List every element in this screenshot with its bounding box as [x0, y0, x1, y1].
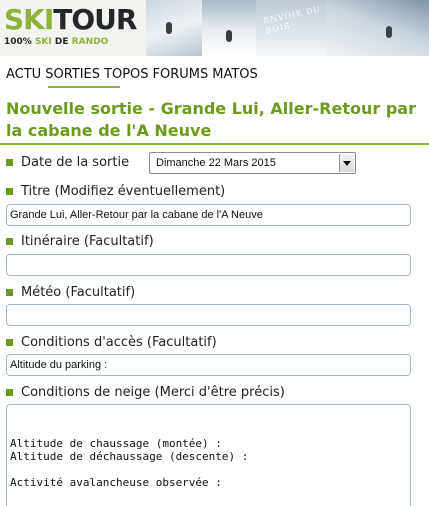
- acces-label: Conditions d'accès (Facultatif): [21, 335, 217, 350]
- bullet-square-icon: [6, 188, 13, 195]
- date-label: Date de la sortie: [21, 155, 130, 170]
- skier-figure: [386, 26, 392, 38]
- acces-label-row: Conditions d'accès (Facultatif): [6, 335, 217, 350]
- nav-item-matos[interactable]: MATOS: [212, 67, 258, 82]
- itineraire-label-row: Itinéraire (Facultatif): [6, 234, 154, 249]
- title-divider: [0, 143, 429, 145]
- titre-label-row: Titre (Modifiez éventuellement): [6, 184, 225, 199]
- titre-label: Titre (Modifiez éventuellement): [21, 184, 226, 199]
- bullet-square-icon: [6, 339, 13, 346]
- chevron-down-icon[interactable]: [339, 154, 354, 172]
- meteo-label-row: Météo (Facultatif): [6, 285, 135, 300]
- tagline-de: DE: [54, 37, 69, 47]
- itineraire-input[interactable]: [6, 254, 411, 276]
- logo-wordmark: SKITOUR: [4, 3, 137, 36]
- nav-item-topos[interactable]: TOPOS: [104, 67, 149, 82]
- acces-input[interactable]: Altitude du parking :: [6, 354, 411, 376]
- logo-tagline: 100% SKI DE RANDO: [4, 37, 108, 47]
- skier-figure: [226, 30, 232, 42]
- itineraire-label: Itinéraire (Facultatif): [21, 234, 154, 249]
- banner-photo-3: ENVOIE DU BOIS: [256, 0, 326, 56]
- meteo-input[interactable]: [6, 304, 411, 326]
- banner-photo-4: [326, 0, 429, 56]
- banner-photo-1: [146, 0, 202, 56]
- nav-item-sorties[interactable]: SORTIES: [45, 67, 100, 82]
- bullet-square-icon: [6, 289, 13, 296]
- neige-textarea[interactable]: Altitude de chaussage (montée) : Altitud…: [6, 404, 411, 506]
- banner-photo-2: [202, 0, 256, 56]
- tagline-rando: RANDO: [71, 37, 109, 47]
- skier-figure: [166, 22, 172, 34]
- nav-item-forums[interactable]: FORUMS: [153, 67, 209, 82]
- titre-input[interactable]: Grande Lui, Aller-Retour par la cabane d…: [6, 204, 411, 226]
- nav-active-underline: [48, 86, 120, 88]
- date-select[interactable]: Dimanche 22 Mars 2015: [149, 152, 356, 174]
- neige-label: Conditions de neige (Merci d'être précis…: [21, 385, 285, 400]
- logo-tour: TOUR: [53, 3, 137, 36]
- page-title: Nouvelle sortie - Grande Lui, Aller-Reto…: [6, 99, 416, 140]
- tagline-prefix: 100%: [4, 37, 32, 47]
- neige-label-row: Conditions de neige (Merci d'être précis…: [6, 385, 285, 400]
- bullet-square-icon: [6, 389, 13, 396]
- date-label-row: Date de la sortie: [6, 155, 129, 170]
- meteo-label: Météo (Facultatif): [21, 285, 136, 300]
- site-logo[interactable]: SKITOUR 100% SKI DE RANDO: [0, 0, 146, 56]
- bullet-square-icon: [6, 238, 13, 245]
- bullet-square-icon: [6, 159, 13, 166]
- main-nav: ACTU SORTIES TOPOS FORUMS MATOS: [6, 67, 258, 82]
- logo-ski: SKI: [4, 3, 54, 36]
- date-select-value: Dimanche 22 Mars 2015: [156, 157, 276, 169]
- tagline-ski: SKI: [34, 37, 52, 47]
- site-banner: SKITOUR 100% SKI DE RANDO ENVOIE DU BOIS: [0, 0, 429, 56]
- nav-item-actu[interactable]: ACTU: [6, 67, 41, 82]
- banner-photo-caption: ENVOIE DU BOIS: [262, 4, 322, 36]
